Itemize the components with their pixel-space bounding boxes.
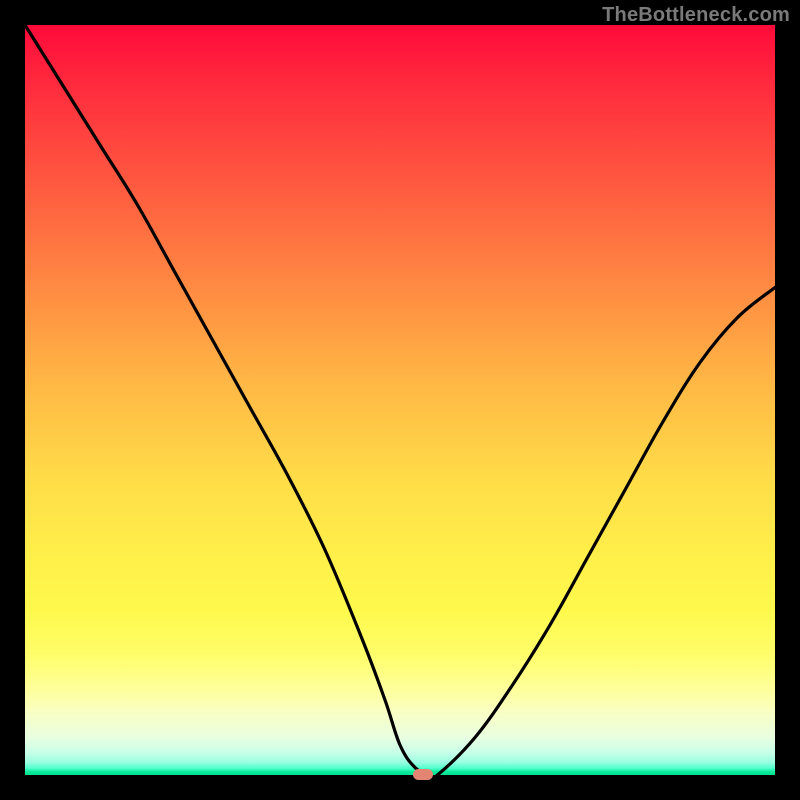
- chart-frame: TheBottleneck.com: [0, 0, 800, 800]
- plot-area: [25, 25, 775, 775]
- bottleneck-curve: [25, 25, 775, 775]
- watermark-text: TheBottleneck.com: [602, 4, 790, 27]
- optimal-marker: [413, 769, 433, 780]
